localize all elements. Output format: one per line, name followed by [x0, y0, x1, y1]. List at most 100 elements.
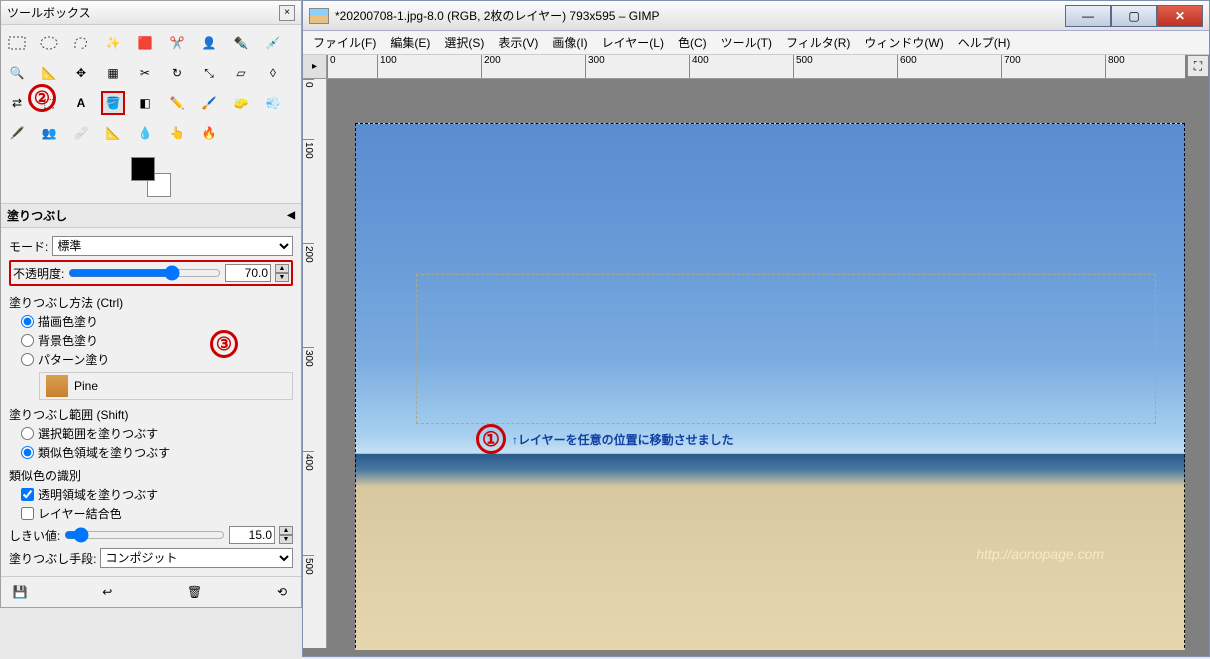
fill-bg-radio[interactable]: [21, 334, 34, 347]
opacity-row: 不透明度: ▲▼: [9, 260, 293, 286]
perspective-clone-tool[interactable]: 📐: [101, 121, 125, 145]
menu-help[interactable]: ヘルプ(H): [952, 32, 1017, 53]
color-select-tool[interactable]: 🟥: [133, 31, 157, 55]
menu-tools[interactable]: ツール(T): [715, 32, 778, 53]
rect-select-tool[interactable]: [5, 31, 29, 55]
fill-bg-label: 背景色塗り: [38, 332, 98, 349]
cage-tool[interactable]: ⬚: [37, 91, 61, 115]
fill-method-label: 塗りつぶし方法 (Ctrl): [9, 294, 293, 311]
clone-tool[interactable]: 👥: [37, 121, 61, 145]
shear-tool[interactable]: ▱: [229, 61, 253, 85]
dodge-burn-tool[interactable]: 🔥: [197, 121, 221, 145]
ruler-corner[interactable]: ▸: [303, 55, 327, 79]
scale-tool[interactable]: ⤡: [197, 61, 221, 85]
color-swatch[interactable]: [131, 157, 171, 197]
ruler-vertical[interactable]: 0 100 200 300 400 500: [303, 79, 327, 648]
opacity-value[interactable]: [225, 264, 271, 282]
fill-transparent-label: 透明領域を塗りつぶす: [38, 486, 158, 503]
paths-tool[interactable]: ✒️: [229, 31, 253, 55]
foreground-color[interactable]: [131, 157, 155, 181]
restore-options-icon[interactable]: ↩: [98, 583, 116, 601]
fill-area-label: 塗りつぶし範囲 (Shift): [9, 406, 293, 423]
menu-filters[interactable]: フィルタ(R): [780, 32, 856, 53]
menu-windows[interactable]: ウィンドウ(W): [858, 32, 949, 53]
perspective-tool[interactable]: ◊: [261, 61, 285, 85]
annotation-1-text: ↑レイヤーを任意の位置に移動させました: [512, 431, 734, 448]
blend-tool[interactable]: ◧: [133, 91, 157, 115]
opacity-up[interactable]: ▲: [275, 264, 289, 273]
fill-pattern-label: パターン塗り: [38, 351, 109, 368]
move-tool[interactable]: ✥: [69, 61, 93, 85]
maximize-button[interactable]: ▢: [1111, 5, 1157, 27]
collapse-icon[interactable]: ◀: [287, 210, 295, 221]
save-options-icon[interactable]: 💾: [11, 583, 29, 601]
eraser-tool[interactable]: 🧽: [229, 91, 253, 115]
menu-file[interactable]: ファイル(F): [307, 32, 382, 53]
minimize-button[interactable]: —: [1065, 5, 1111, 27]
opacity-down[interactable]: ▼: [275, 273, 289, 282]
ruler-horizontal[interactable]: 0 100 200 300 400 500 600 700 800: [327, 55, 1185, 79]
pencil-tool[interactable]: ✏️: [165, 91, 189, 115]
free-select-tool[interactable]: [69, 31, 93, 55]
image-content[interactable]: ① ↑レイヤーを任意の位置に移動させました http://aonopage.co…: [355, 123, 1185, 650]
opacity-slider[interactable]: [68, 265, 221, 281]
menu-layer[interactable]: レイヤー(L): [596, 32, 670, 53]
text-tool[interactable]: A: [69, 91, 93, 115]
zoom-tool[interactable]: 🔍: [5, 61, 29, 85]
menu-edit[interactable]: 編集(E): [384, 32, 436, 53]
tool-grid: ✨ 🟥 ✂️ 👤 ✒️ 💉 🔍 📐 ✥ ▦ ✂ ↻ ⤡ ▱ ◊ ⇄ ⬚ A 🪣 …: [1, 25, 301, 155]
similar-label: 類似色の識別: [9, 467, 293, 484]
mode-label: モード:: [9, 238, 48, 255]
ellipse-select-tool[interactable]: [37, 31, 61, 55]
blur-tool[interactable]: 💧: [133, 121, 157, 145]
menu-colors[interactable]: 色(C): [672, 32, 713, 53]
main-window: *20200708-1.jpg-8.0 (RGB, 2枚のレイヤー) 793x5…: [302, 0, 1210, 657]
pattern-preview[interactable]: Pine: [39, 372, 293, 400]
pattern-name: Pine: [74, 379, 98, 393]
heal-tool[interactable]: 🩹: [69, 121, 93, 145]
fill-fg-label: 描画色塗り: [38, 313, 98, 330]
fill-selection-radio[interactable]: [21, 427, 34, 440]
foreground-select-tool[interactable]: 👤: [197, 31, 221, 55]
reset-options-icon[interactable]: ⟲: [273, 583, 291, 601]
menu-image[interactable]: 画像(I): [546, 32, 593, 53]
scissors-tool[interactable]: ✂️: [165, 31, 189, 55]
measure-tool[interactable]: 📐: [37, 61, 61, 85]
fill-fg-radio[interactable]: [21, 315, 34, 328]
menu-view[interactable]: 表示(V): [492, 32, 544, 53]
flip-tool[interactable]: ⇄: [5, 91, 29, 115]
bucket-fill-tool[interactable]: 🪣: [101, 91, 125, 115]
threshold-slider[interactable]: [64, 527, 225, 543]
close-button[interactable]: ✕: [1157, 5, 1203, 27]
fuzzy-select-tool[interactable]: ✨: [101, 31, 125, 55]
threshold-down[interactable]: ▼: [279, 535, 293, 544]
annotation-1-circle: ①: [476, 424, 506, 454]
pattern-swatch: [46, 375, 68, 397]
menu-select[interactable]: 選択(S): [438, 32, 490, 53]
airbrush-tool[interactable]: 💨: [261, 91, 285, 115]
fill-means-select[interactable]: コンポジット: [100, 548, 293, 568]
mode-select[interactable]: 標準: [52, 236, 293, 256]
fill-pattern-radio[interactable]: [21, 353, 34, 366]
opacity-label: 不透明度:: [13, 265, 64, 282]
ink-tool[interactable]: 🖋️: [5, 121, 29, 145]
delete-options-icon[interactable]: 🗑: [186, 583, 204, 601]
toolbox-close-button[interactable]: ×: [279, 5, 295, 21]
fill-means-label: 塗りつぶし手段:: [9, 550, 96, 567]
threshold-up[interactable]: ▲: [279, 526, 293, 535]
color-picker-tool[interactable]: 💉: [261, 31, 285, 55]
fill-similar-radio[interactable]: [21, 446, 34, 459]
threshold-value[interactable]: [229, 526, 275, 544]
toolbox-title-text: ツールボックス: [7, 4, 279, 21]
layer-merge-check[interactable]: [21, 507, 34, 520]
align-tool[interactable]: ▦: [101, 61, 125, 85]
nav-preview-icon[interactable]: ⛶: [1187, 55, 1209, 77]
toolbox-titlebar: ツールボックス ×: [1, 1, 301, 25]
rotate-tool[interactable]: ↻: [165, 61, 189, 85]
paintbrush-tool[interactable]: 🖌️: [197, 91, 221, 115]
canvas[interactable]: ① ↑レイヤーを任意の位置に移動させました http://aonopage.co…: [327, 79, 1187, 650]
fill-transparent-check[interactable]: [21, 488, 34, 501]
threshold-label: しきい値:: [9, 527, 60, 544]
smudge-tool[interactable]: 👆: [165, 121, 189, 145]
crop-tool[interactable]: ✂: [133, 61, 157, 85]
